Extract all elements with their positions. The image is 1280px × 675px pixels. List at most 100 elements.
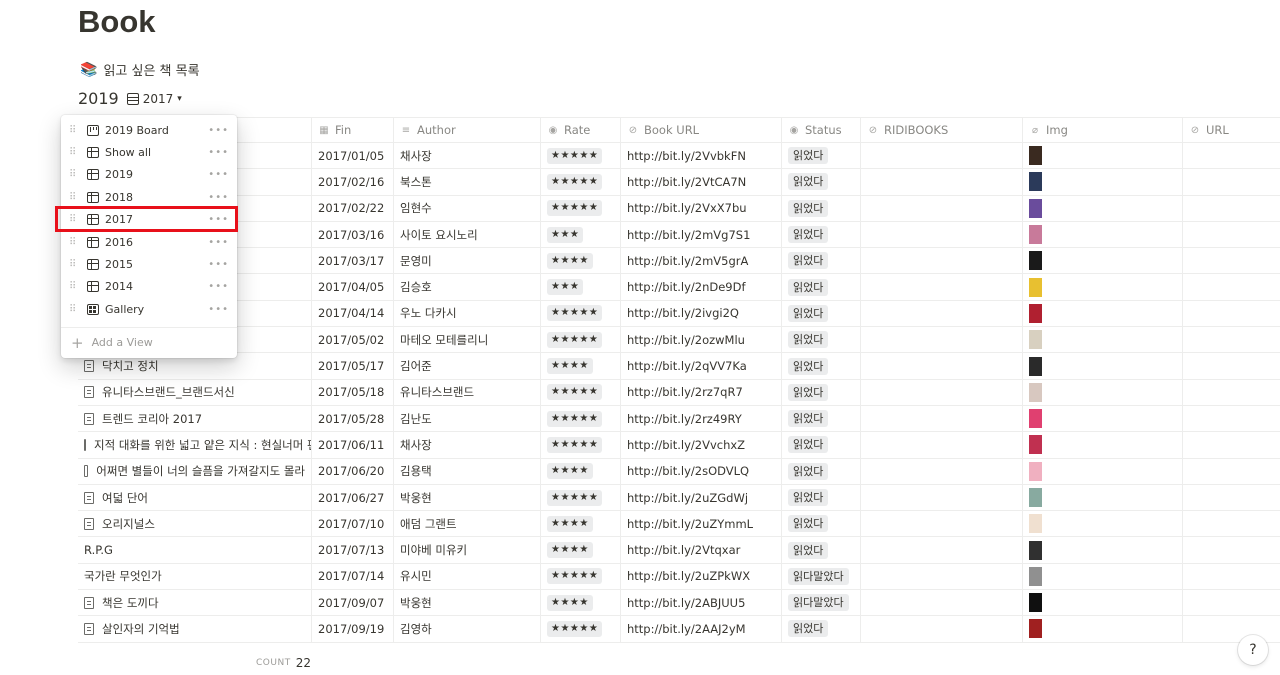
column-header-1[interactable]: ▦ Fin bbox=[312, 118, 394, 142]
database-name[interactable]: 2019 bbox=[78, 89, 119, 108]
book-cover-thumbnail[interactable] bbox=[1029, 330, 1042, 350]
img-cell[interactable] bbox=[1023, 590, 1183, 616]
column-header-5[interactable]: ◉ Status bbox=[782, 118, 861, 142]
url-cell[interactable] bbox=[1183, 274, 1280, 299]
status-cell[interactable]: 읽다말았다 bbox=[782, 563, 861, 590]
fin-date-cell[interactable]: 2017/07/14 bbox=[312, 563, 394, 590]
column-header-8[interactable]: ⊘ URL bbox=[1183, 118, 1280, 142]
status-cell[interactable]: 읽었다 bbox=[782, 169, 861, 195]
ridibooks-cell[interactable] bbox=[861, 195, 1023, 221]
table-row[interactable]: 식 역사,경제,정치2017/01/05채사장★★★★★http://bit.l… bbox=[78, 143, 1280, 170]
status-cell[interactable]: 읽었다 bbox=[782, 248, 861, 274]
img-cell[interactable] bbox=[1023, 300, 1183, 327]
table-row[interactable]: 오리지널스 2017/07/10 애덤 그랜트 ★★★★ http://bit.ly/2… bbox=[78, 511, 1280, 538]
add-view-button[interactable]: + Add a View bbox=[61, 328, 237, 358]
book-url-link[interactable]: http://bit.ly/2uZYmmL bbox=[627, 517, 753, 531]
fin-date-cell[interactable]: 2017/06/20 bbox=[312, 458, 394, 484]
book-url-link[interactable]: http://bit.ly/2ivgi2Q bbox=[627, 306, 739, 320]
view-item-show-all[interactable]: ⠿ Show all ••• bbox=[61, 141, 237, 163]
view-switcher-button[interactable]: 2017 ▾ bbox=[126, 92, 182, 106]
ridibooks-cell[interactable] bbox=[861, 484, 1023, 511]
book-url-link[interactable]: http://bit.ly/2ABJUU5 bbox=[627, 596, 745, 610]
author-cell[interactable]: 김영하 bbox=[394, 616, 541, 642]
book-url-cell[interactable]: http://bit.ly/2ozwMlu bbox=[621, 327, 782, 353]
table-row[interactable]: 2017/02/22 임현수 ★★★★★ http://bit.ly/2VxX7bu 읽… bbox=[78, 195, 1280, 222]
more-options-icon[interactable]: ••• bbox=[208, 169, 229, 180]
ridibooks-cell[interactable] bbox=[861, 169, 1023, 195]
img-cell[interactable] bbox=[1023, 274, 1183, 300]
table-row[interactable]: 2017/04/14 우노 다카시 ★★★★★ http://bit.ly/2ivgi… bbox=[78, 300, 1280, 328]
rate-cell[interactable]: ★★★★★ bbox=[541, 300, 621, 327]
url-cell[interactable] bbox=[1183, 537, 1280, 562]
more-options-icon[interactable]: ••• bbox=[208, 192, 229, 203]
book-cover-thumbnail[interactable] bbox=[1029, 303, 1042, 323]
book-url-link[interactable]: http://bit.ly/2VtCA7N bbox=[627, 175, 746, 189]
author-cell[interactable]: 애덤 그랜트 bbox=[394, 511, 541, 537]
fin-date-cell[interactable]: 2017/07/10 bbox=[312, 511, 394, 537]
rate-cell[interactable]: ★★★★★ bbox=[541, 379, 621, 405]
table-row[interactable]: 유니타스브랜드_브랜드서신 2017/05/18 유니타스브랜드 ★★★★★ http:… bbox=[78, 379, 1280, 406]
table-row[interactable]: 지적 대화를 위한 넓고 얕은 지식 : 현실너머 편 2017/06/11 채사장… bbox=[78, 432, 1280, 459]
author-cell[interactable]: 문영미 bbox=[394, 248, 541, 274]
rate-cell[interactable]: ★★★ bbox=[541, 274, 621, 300]
book-url-cell[interactable]: http://bit.ly/2VtCA7N bbox=[621, 169, 782, 195]
img-cell[interactable] bbox=[1023, 327, 1183, 353]
book-cover-thumbnail[interactable] bbox=[1029, 488, 1042, 507]
img-cell[interactable] bbox=[1023, 537, 1183, 563]
book-url-link[interactable]: http://bit.ly/2ozwMlu bbox=[627, 333, 745, 347]
book-url-link[interactable]: http://bit.ly/2sODVLQ bbox=[627, 464, 749, 478]
ridibooks-cell[interactable] bbox=[861, 405, 1023, 432]
help-button[interactable]: ? bbox=[1238, 635, 1268, 665]
book-url-cell[interactable]: http://bit.ly/2uZGdWj bbox=[621, 484, 782, 511]
author-cell[interactable]: 유니타스브랜드 bbox=[394, 379, 541, 405]
status-cell[interactable]: 읽었다 bbox=[782, 300, 861, 327]
status-cell[interactable]: 읽었다 bbox=[782, 511, 861, 537]
author-cell[interactable]: 임현수 bbox=[394, 195, 541, 221]
status-cell[interactable]: 읽었다 bbox=[782, 195, 861, 221]
rate-cell[interactable]: ★★★★★ bbox=[541, 327, 621, 353]
ridibooks-cell[interactable] bbox=[861, 274, 1023, 300]
book-url-cell[interactable]: http://bit.ly/2VvchxZ bbox=[621, 432, 782, 458]
book-cover-thumbnail[interactable] bbox=[1029, 146, 1042, 166]
table-row[interactable]: 트렌드 코리아 2017 2017/05/28 김난도 ★★★★★ http://bit… bbox=[78, 405, 1280, 433]
ridibooks-cell[interactable] bbox=[861, 458, 1023, 484]
fin-date-cell[interactable]: 2017/05/28 bbox=[312, 405, 394, 432]
book-url-cell[interactable]: http://bit.ly/2sODVLQ bbox=[621, 458, 782, 484]
drag-handle-icon[interactable]: ⠿ bbox=[69, 192, 81, 203]
img-cell[interactable] bbox=[1023, 248, 1183, 274]
table-row[interactable]: 2017/03/16 사이토 요시노리 ★★★ http://bit.ly/2mVg7… bbox=[78, 221, 1280, 249]
fin-date-cell[interactable]: 2017/06/11 bbox=[312, 432, 394, 458]
ridibooks-cell[interactable] bbox=[861, 379, 1023, 405]
fin-date-cell[interactable]: 2017/05/02 bbox=[312, 327, 394, 353]
img-cell[interactable] bbox=[1023, 458, 1183, 484]
fin-date-cell[interactable]: 2017/03/17 bbox=[312, 248, 394, 274]
rate-cell[interactable]: ★★★★★ bbox=[541, 484, 621, 511]
view-item-2017[interactable]: ⠿ 2017 ••• bbox=[61, 209, 237, 231]
column-header-7[interactable]: ⌀ Img bbox=[1023, 118, 1183, 142]
url-cell[interactable] bbox=[1183, 616, 1280, 641]
table-row[interactable]: 어쩌면 별들이 너의 슬픔을 가져갈지도 몰라 2017/06/20 김용택 ★★★★… bbox=[78, 458, 1280, 485]
drag-handle-icon[interactable]: ⠿ bbox=[69, 169, 81, 180]
author-cell[interactable]: 김어준 bbox=[394, 353, 541, 379]
book-url-link[interactable]: http://bit.ly/2Vtqxar bbox=[627, 543, 740, 557]
author-cell[interactable]: 우노 다카시 bbox=[394, 300, 541, 327]
img-cell[interactable] bbox=[1023, 616, 1183, 642]
rate-cell[interactable]: ★★★★ bbox=[541, 248, 621, 274]
img-cell[interactable] bbox=[1023, 353, 1183, 379]
book-url-link[interactable]: http://bit.ly/2VxX7bu bbox=[627, 201, 747, 215]
author-cell[interactable]: 박웅현 bbox=[394, 484, 541, 511]
row-name-cell[interactable]: 살인자의 기억법 bbox=[78, 616, 312, 642]
book-url-link[interactable]: http://bit.ly/2nDe9Df bbox=[627, 280, 746, 294]
url-cell[interactable] bbox=[1183, 432, 1280, 457]
fin-date-cell[interactable]: 2017/09/19 bbox=[312, 616, 394, 642]
url-cell[interactable] bbox=[1183, 143, 1280, 168]
table-row[interactable]: 2017/04/05 김승호 ★★★ http://bit.ly/2nDe9Df 읽었다 bbox=[78, 274, 1280, 301]
book-url-cell[interactable]: http://bit.ly/2ivgi2Q bbox=[621, 300, 782, 327]
more-options-icon[interactable]: ••• bbox=[208, 125, 229, 136]
book-url-link[interactable]: http://bit.ly/2rz49RY bbox=[627, 412, 742, 426]
book-url-link[interactable]: http://bit.ly/2qVV7Ka bbox=[627, 359, 747, 373]
book-cover-thumbnail[interactable] bbox=[1029, 251, 1042, 271]
more-options-icon[interactable]: ••• bbox=[208, 304, 229, 315]
column-header-6[interactable]: ⊘ RIDIBOOKS bbox=[861, 118, 1023, 142]
img-cell[interactable] bbox=[1023, 405, 1183, 432]
